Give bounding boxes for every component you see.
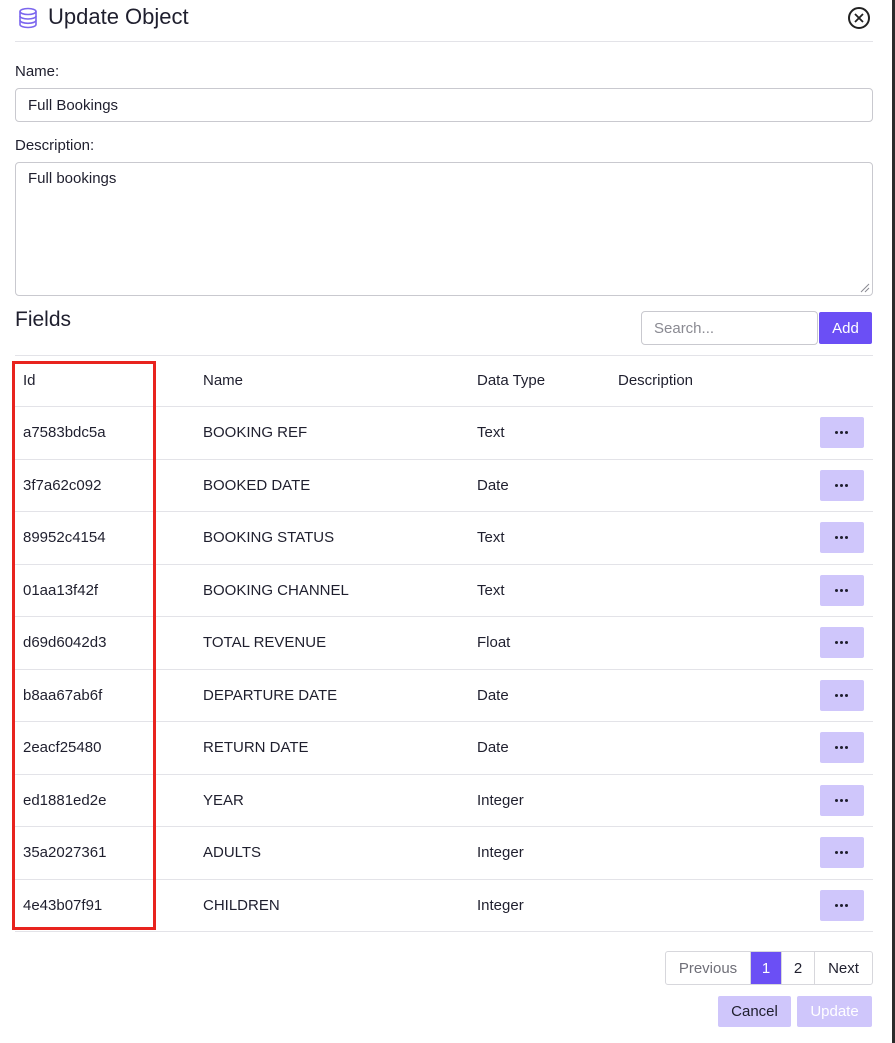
row-actions-button[interactable] xyxy=(820,627,864,658)
pagination-page-1[interactable]: 1 xyxy=(751,952,782,984)
cell-name: BOOKING CHANNEL xyxy=(203,581,349,599)
row-actions-button[interactable] xyxy=(820,889,864,921)
cell-data-type: Date xyxy=(477,476,509,494)
row-actions-button[interactable] xyxy=(820,784,864,816)
database-icon xyxy=(19,7,37,29)
cell-data-type: Integer xyxy=(477,844,524,861)
cell-name: BOOKING REF xyxy=(203,424,308,441)
cell-data-type: Integer xyxy=(477,896,524,914)
table-header: Id Name Data Type Description xyxy=(15,355,873,407)
cancel-button[interactable]: Cancel xyxy=(718,996,791,1027)
more-horizontal-icon xyxy=(835,641,849,644)
cell-data-type: Text xyxy=(477,529,505,546)
cell-name: TOTAL REVENUE xyxy=(203,634,327,651)
close-icon[interactable] xyxy=(848,7,870,29)
cell-id: a7583bdc5a xyxy=(23,424,106,441)
more-horizontal-icon xyxy=(835,851,849,854)
pagination-page-2[interactable]: 2 xyxy=(782,952,815,984)
cell-id: 35a2027361 xyxy=(23,844,107,861)
cell-id: ed1881ed2e xyxy=(23,791,107,809)
cell-name: YEAR xyxy=(203,791,244,809)
table-row: 2eacf25480 RETURN DATE Date xyxy=(15,722,873,775)
fields-table: Id Name Data Type Description a7583bdc5a… xyxy=(15,355,873,932)
column-header-data-type: Data Type xyxy=(477,372,546,389)
table-row: d69d6042d3 TOTAL REVENUE Float xyxy=(15,617,873,670)
row-actions-button[interactable] xyxy=(820,679,864,711)
table-row: ed1881ed2e YEAR Integer xyxy=(15,775,873,827)
column-header-id: Id xyxy=(23,372,36,389)
cell-name: ADULTS xyxy=(203,844,262,861)
column-header-description: Description xyxy=(618,372,694,389)
cell-data-type: Text xyxy=(477,581,505,599)
table-row: 01aa13f42f BOOKING CHANNEL Text xyxy=(15,565,873,617)
add-field-button[interactable]: Add xyxy=(819,312,872,344)
cell-id: 89952c4154 xyxy=(23,529,106,546)
table-body: a7583bdc5a BOOKING REF Text 3f7a62c092 BOOKE… xyxy=(15,407,873,932)
more-horizontal-icon xyxy=(835,431,849,434)
table-row: 35a2027361 ADULTS Integer xyxy=(15,827,873,880)
fields-heading: Fields xyxy=(15,308,72,331)
more-horizontal-icon xyxy=(835,588,849,592)
cell-id: 01aa13f42f xyxy=(23,581,99,599)
more-horizontal-icon xyxy=(835,693,849,697)
more-horizontal-icon xyxy=(835,536,849,539)
cell-name: DEPARTURE DATE xyxy=(203,686,338,704)
row-actions-button[interactable] xyxy=(820,574,864,606)
cell-id: 2eacf25480 xyxy=(23,739,102,756)
modal-header: Update Object xyxy=(15,0,873,42)
cell-name: BOOKING STATUS xyxy=(203,529,335,546)
pagination: Previous 1 2 Next xyxy=(665,951,873,985)
table-row: 4e43b07f91 CHILDREN Integer xyxy=(15,880,873,932)
update-object-modal: Update Object Name: Description: Full bo… xyxy=(0,0,895,1043)
resize-handle-icon[interactable] xyxy=(859,282,870,293)
name-label: Name: xyxy=(15,63,60,80)
cell-name: BOOKED DATE xyxy=(203,476,311,494)
cell-id: d69d6042d3 xyxy=(23,634,107,651)
description-textarea[interactable]: Full bookings xyxy=(15,162,873,296)
table-row: b8aa67ab6f DEPARTURE DATE Date xyxy=(15,670,873,722)
table-row: 3f7a62c092 BOOKED DATE Date xyxy=(15,460,873,512)
row-actions-button[interactable] xyxy=(820,469,864,501)
row-actions-button[interactable] xyxy=(820,417,864,448)
more-horizontal-icon xyxy=(835,746,849,749)
column-header-name: Name xyxy=(203,372,244,389)
modal-title: Update Object xyxy=(48,4,189,29)
cell-id: 3f7a62c092 xyxy=(23,476,102,494)
cell-name: CHILDREN xyxy=(203,896,280,914)
cell-data-type: Date xyxy=(477,739,509,756)
cell-name: RETURN DATE xyxy=(203,739,309,756)
table-row: a7583bdc5a BOOKING REF Text xyxy=(15,407,873,460)
table-row: 89952c4154 BOOKING STATUS Text xyxy=(15,512,873,565)
more-horizontal-icon xyxy=(835,798,849,802)
pagination-previous[interactable]: Previous xyxy=(666,952,751,984)
cell-data-type: Text xyxy=(477,424,505,441)
more-horizontal-icon xyxy=(835,483,849,487)
description-label: Description: xyxy=(15,137,95,154)
row-actions-button[interactable] xyxy=(820,522,864,553)
pagination-next[interactable]: Next xyxy=(815,952,872,984)
cell-id: b8aa67ab6f xyxy=(23,686,103,704)
cell-data-type: Integer xyxy=(477,791,524,809)
search-input[interactable] xyxy=(641,311,818,345)
name-input[interactable] xyxy=(15,88,873,122)
row-actions-button[interactable] xyxy=(820,732,864,763)
cell-data-type: Date xyxy=(477,686,509,704)
row-actions-button[interactable] xyxy=(820,837,864,868)
more-horizontal-icon xyxy=(835,903,849,907)
update-button[interactable]: Update xyxy=(797,996,872,1027)
cell-data-type: Float xyxy=(477,634,511,651)
cell-id: 4e43b07f91 xyxy=(23,896,103,914)
